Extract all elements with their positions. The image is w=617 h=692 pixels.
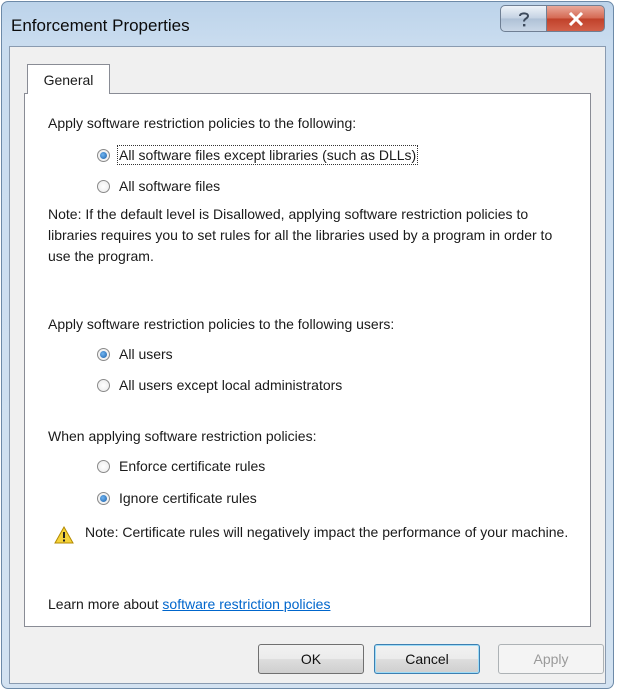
certificates-section-heading: When applying software restriction polic… — [48, 428, 317, 444]
learn-more-text: Learn more about software restriction po… — [48, 596, 330, 612]
radio-label: Ignore certificate rules — [119, 490, 257, 506]
close-icon — [568, 11, 583, 26]
files-section-heading: Apply software restriction policies to t… — [48, 115, 357, 131]
radio-button[interactable] — [97, 459, 110, 473]
software-restriction-policies-link[interactable]: software restriction policies — [162, 596, 330, 612]
help-icon — [518, 11, 529, 26]
radio-all-except-libraries[interactable]: All software files except libraries (suc… — [97, 145, 419, 165]
dialog-client-area: General Apply software restriction polic… — [9, 46, 606, 684]
radio-button[interactable] — [97, 179, 110, 193]
radio-all-users[interactable]: All users — [97, 346, 173, 362]
radio-button-selected[interactable] — [97, 347, 110, 361]
ok-button[interactable]: OK — [258, 644, 364, 674]
close-button[interactable] — [547, 5, 605, 32]
warning-icon — [54, 526, 74, 544]
caption-buttons — [500, 5, 605, 32]
learn-more-prefix: Learn more about — [48, 596, 163, 612]
radio-label: Enforce certificate rules — [119, 458, 266, 474]
cancel-button[interactable]: Cancel — [374, 644, 480, 674]
tab-general-label: General — [43, 71, 94, 88]
dialog-window: Enforcement Properties General Apply sof… — [1, 1, 614, 689]
tab-general[interactable]: General — [27, 64, 110, 94]
libraries-note: Note: If the default level is Disallowed… — [48, 206, 553, 264]
window-title: Enforcement Properties — [11, 16, 190, 35]
radio-label: All users except local administrators — [119, 377, 343, 393]
radio-button-selected[interactable] — [97, 491, 110, 505]
general-tab-panel: Apply software restriction policies to t… — [24, 93, 591, 627]
users-section-heading: Apply software restriction policies to t… — [48, 316, 395, 332]
radio-button[interactable] — [97, 378, 110, 392]
certificate-warning-text: Note: Certificate rules will negatively … — [85, 524, 569, 540]
radio-all-software-files[interactable]: All software files — [97, 178, 220, 194]
radio-label: All users — [119, 346, 173, 362]
help-button[interactable] — [500, 5, 547, 32]
radio-enforce-certificate-rules[interactable]: Enforce certificate rules — [97, 458, 265, 474]
radio-button-selected[interactable] — [97, 148, 110, 162]
radio-label: All software files — [119, 178, 221, 194]
radio-label: All software files except libraries (suc… — [116, 145, 419, 165]
radio-all-users-except-admins[interactable]: All users except local administrators — [97, 377, 342, 393]
apply-button[interactable]: Apply — [498, 644, 604, 674]
radio-ignore-certificate-rules[interactable]: Ignore certificate rules — [97, 490, 257, 506]
